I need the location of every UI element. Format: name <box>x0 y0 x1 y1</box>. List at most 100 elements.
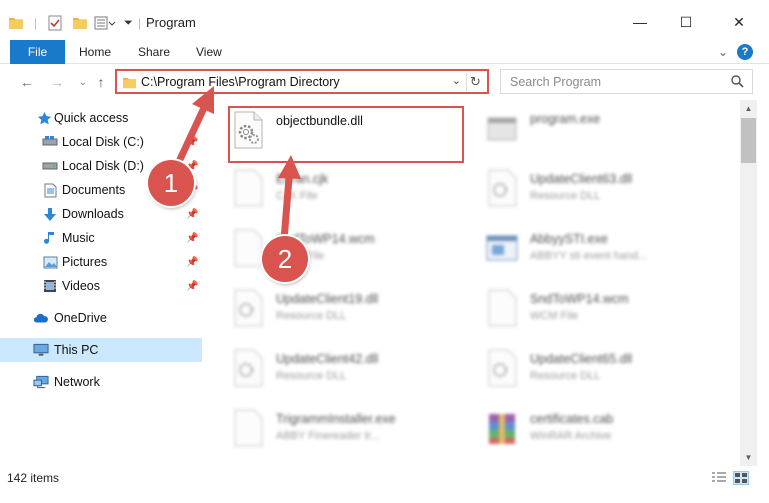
folder-icon <box>122 76 137 92</box>
help-icon[interactable]: ? <box>737 44 753 60</box>
callout-badge-1: 1 <box>148 160 194 206</box>
close-button[interactable]: ✕ <box>716 8 762 36</box>
sidebar-item-network[interactable]: Network <box>0 370 202 394</box>
dll-gear-icon <box>484 348 520 388</box>
list-item[interactable]: certificates.cab WinRAR Archive <box>484 404 724 454</box>
file-name: Enran.cjk <box>276 172 329 186</box>
blank-file-icon <box>230 228 266 268</box>
details-view-icon[interactable] <box>711 471 727 485</box>
list-item[interactable]: Enran.cjk CJK File <box>230 164 470 214</box>
sidebar-item-onedrive[interactable]: OneDrive <box>0 306 202 330</box>
status-bar: 142 items <box>0 466 769 490</box>
address-path[interactable]: C:\Program Files\Program Directory <box>141 75 340 89</box>
file-name: UpdateClient65.dll <box>530 352 633 366</box>
customize-toolbar-icon[interactable]: ⏷ <box>124 14 133 32</box>
properties-icon[interactable] <box>48 14 62 32</box>
minimize-button[interactable]: — <box>617 8 663 36</box>
separator: | <box>34 16 38 30</box>
list-item[interactable]: UpdateClient42.dll Resource DLL <box>230 344 470 394</box>
address-bar[interactable]: C:\Program Files\Program Directory ⌄ ↻ <box>115 69 489 94</box>
this-pc-icon <box>33 342 49 358</box>
file-name: TrigrammInstaller.exe <box>276 412 396 426</box>
sidebar-item-pictures[interactable]: Pictures 📌 <box>0 250 202 274</box>
file-name: UpdateClient42.dll <box>276 352 379 366</box>
dll-gear-icon <box>230 288 266 328</box>
view-options-icon[interactable] <box>94 14 116 32</box>
file-name: program.exe <box>530 112 601 126</box>
tab-home[interactable]: Home <box>79 40 111 64</box>
exe-icon <box>484 108 520 148</box>
scrollbar-thumb[interactable] <box>741 118 756 163</box>
folder-icon[interactable] <box>8 14 24 32</box>
file-name: AbbyySTI.exe <box>530 232 608 246</box>
list-item[interactable]: UpdateClient19.dll Resource DLL <box>230 284 470 334</box>
sidebar-item-this-pc[interactable]: This PC <box>0 338 202 362</box>
scroll-down-icon[interactable]: ▼ <box>740 449 757 466</box>
title-bar: | ⏷ | Program — ☐ ✕ <box>0 0 769 40</box>
list-item[interactable]: TrigrammInstaller.exe ABBY Finereader tr… <box>230 404 470 454</box>
file-type: Resource DLL <box>530 190 601 202</box>
back-button[interactable]: ← <box>18 73 36 91</box>
expand-ribbon-icon[interactable]: ⌄ <box>715 44 731 60</box>
list-item[interactable]: UpdateClient63.dll Resource DLL <box>484 164 724 214</box>
tab-view[interactable]: View <box>196 40 222 64</box>
list-item[interactable]: program.exe <box>484 104 724 154</box>
tab-file[interactable]: File <box>10 40 65 64</box>
sidebar-item-local-disk-c[interactable]: Local Disk (C:) 📌 <box>0 130 202 154</box>
forward-button[interactable]: → <box>48 73 66 91</box>
window-exe-icon <box>484 228 520 268</box>
scroll-up-icon[interactable]: ▲ <box>740 100 757 117</box>
videos-icon <box>42 278 58 294</box>
vertical-scrollbar[interactable]: ▲ ▼ <box>740 100 757 466</box>
file-type: WinRAR Archive <box>530 430 612 442</box>
onedrive-icon <box>33 310 49 326</box>
file-type: WCM File <box>530 310 579 322</box>
drive-icon <box>42 158 58 174</box>
search-box[interactable]: Search Program <box>500 69 753 94</box>
pin-icon[interactable]: 📌 <box>186 281 198 292</box>
documents-icon <box>42 182 58 198</box>
pictures-icon <box>42 254 58 270</box>
dll-gear-icon <box>484 168 520 208</box>
navigation-pane: Quick access Local Disk (C:) 📌 Local Dis… <box>0 100 205 466</box>
search-icon[interactable] <box>731 75 744 91</box>
window-title: Program <box>146 15 196 30</box>
music-icon <box>42 230 58 246</box>
refresh-button[interactable]: ↻ <box>466 73 484 91</box>
winrar-icon <box>484 408 520 448</box>
star-icon <box>36 110 52 126</box>
file-name: UpdateClient19.dll <box>276 292 379 306</box>
network-icon <box>33 374 49 390</box>
downloads-icon <box>42 206 58 222</box>
file-name: UpdateClient63.dll <box>530 172 633 186</box>
file-type: CJK File <box>276 190 318 202</box>
up-button[interactable]: ↑ <box>92 73 110 91</box>
sidebar-item-videos[interactable]: Videos 📌 <box>0 274 202 298</box>
blank-file-icon <box>230 408 266 448</box>
pin-icon[interactable]: 📌 <box>186 209 198 220</box>
file-name: SndToWP14.wcm <box>530 292 629 306</box>
dll-gear-icon <box>230 348 266 388</box>
new-folder-icon[interactable] <box>72 14 88 32</box>
file-type: Resource DLL <box>276 310 347 322</box>
pin-icon[interactable]: 📌 <box>186 137 198 148</box>
separator: | <box>138 16 142 30</box>
list-item[interactable]: AbbyySTI.exe ABBYY sti event hand... <box>484 224 724 274</box>
list-item[interactable]: SndToWP14.wcm WCM File <box>484 284 724 334</box>
pin-icon[interactable]: 📌 <box>186 257 198 268</box>
sidebar-item-music[interactable]: Music 📌 <box>0 226 202 250</box>
file-type: ABBY Finereader tr... <box>276 430 380 442</box>
recent-locations-button[interactable]: ⌄ <box>74 73 92 91</box>
tab-share[interactable]: Share <box>138 40 170 64</box>
item-count: 142 items <box>7 471 60 485</box>
callout-badge-2: 2 <box>262 236 308 282</box>
maximize-button[interactable]: ☐ <box>663 8 709 36</box>
address-dropdown-icon[interactable]: ⌄ <box>452 74 461 87</box>
tiles-view-icon[interactable] <box>733 471 749 485</box>
list-item[interactable]: UpdateClient65.dll Resource DLL <box>484 344 724 394</box>
search-input[interactable]: Search Program <box>510 75 601 89</box>
sidebar-item-quick-access[interactable]: Quick access <box>0 106 202 130</box>
file-type: Resource DLL <box>530 370 601 382</box>
file-name: certificates.cab <box>530 412 614 426</box>
pin-icon[interactable]: 📌 <box>186 233 198 244</box>
